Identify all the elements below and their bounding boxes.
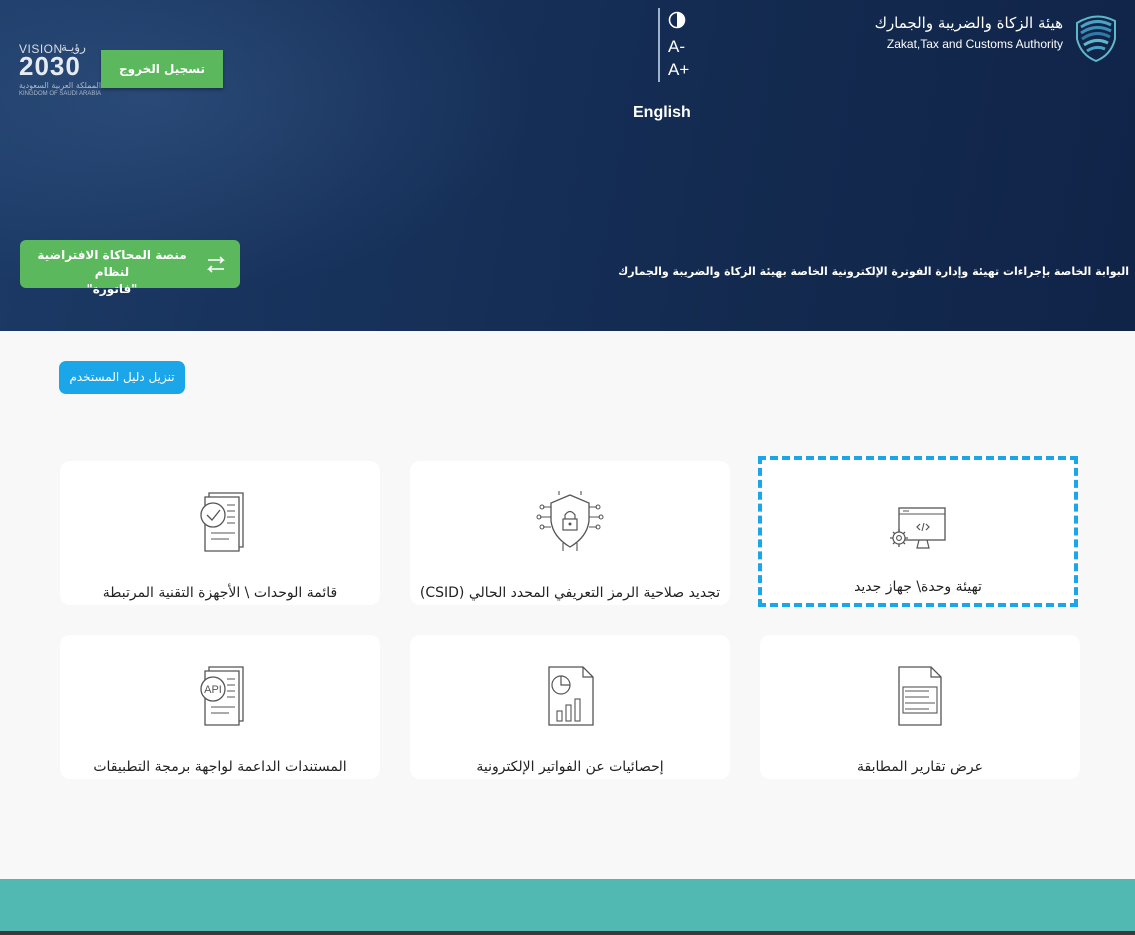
simulation-label-line1: منصة المحاكاة الافتراضية لنظام bbox=[37, 248, 187, 279]
footer-band bbox=[0, 879, 1135, 931]
portal-description: البوابة الخاصة بإجراءات تهيئة وإدارة الف… bbox=[618, 265, 1129, 278]
api-icon-text: API bbox=[204, 684, 222, 696]
logout-button[interactable]: تسجيل الخروج bbox=[101, 50, 223, 88]
card-label: عرض تقارير المطابقة bbox=[856, 759, 983, 775]
header: هيئة الزكاة والضريبة والجمارك Zakat,Tax … bbox=[0, 0, 1135, 331]
switch-arrows-icon bbox=[207, 256, 225, 273]
zatca-logo[interactable]: هيئة الزكاة والضريبة والجمارك Zakat,Tax … bbox=[861, 9, 1121, 65]
card-label: تجديد صلاحية الرمز التعريفي المحدد الحال… bbox=[419, 585, 721, 601]
vision-2030-logo: VISION رؤيـة 2030 المملكة العربية السعود… bbox=[16, 40, 102, 98]
vision-country-arabic: المملكة العربية السعودية bbox=[19, 81, 102, 90]
accessibility-divider bbox=[658, 8, 660, 82]
card-linked-devices[interactable]: قائمة الوحدات \ الأجهزة التقنية المرتبطة bbox=[60, 461, 380, 605]
simulation-portal-button[interactable]: منصة المحاكاة الافتراضية لنظام "فاتورة" bbox=[20, 240, 240, 296]
download-user-guide-button[interactable]: تنزيل دليل المستخدم bbox=[59, 361, 185, 394]
document-check-icon bbox=[200, 492, 244, 552]
api-document-icon: API bbox=[200, 666, 244, 726]
font-decrease-button[interactable]: A- bbox=[668, 36, 694, 58]
report-document-icon bbox=[898, 666, 942, 726]
language-toggle[interactable]: English bbox=[633, 104, 691, 122]
contrast-toggle[interactable] bbox=[668, 11, 694, 33]
card-label: إحصائيات عن الفواتير الإلكترونية bbox=[476, 759, 664, 775]
card-label: المستندات الداعمة لواجهة برمجة التطبيقات bbox=[93, 759, 347, 775]
card-invoice-statistics[interactable]: إحصائيات عن الفواتير الإلكترونية bbox=[410, 635, 730, 779]
logo-english-text: Zakat,Tax and Customs Authority bbox=[886, 37, 1063, 51]
font-increase-button[interactable]: A+ bbox=[668, 59, 694, 81]
card-label: قائمة الوحدات \ الأجهزة التقنية المرتبطة bbox=[102, 585, 338, 601]
monitor-code-icon bbox=[890, 507, 946, 549]
card-compliance-reports[interactable]: عرض تقارير المطابقة bbox=[760, 635, 1080, 779]
simulation-label-line2: "فاتورة" bbox=[86, 282, 138, 296]
logo-arabic-text: هيئة الزكاة والضريبة والجمارك bbox=[874, 14, 1063, 32]
statistics-document-icon bbox=[548, 666, 594, 726]
contrast-icon bbox=[668, 11, 686, 29]
shield-lock-icon bbox=[536, 491, 604, 551]
simulation-label: منصة المحاكاة الافتراضية لنظام "فاتورة" bbox=[32, 247, 192, 298]
vision-country-english: KINGDOM OF SAUDI ARABIA bbox=[19, 91, 102, 97]
card-new-device[interactable]: تهيئة وحدة\ جهاز جديد bbox=[758, 456, 1078, 607]
card-label: تهيئة وحدة\ جهاز جديد bbox=[854, 579, 982, 595]
zatca-emblem-icon bbox=[1076, 15, 1116, 63]
card-api-documents[interactable]: API المستندات الداعمة لواجهة برمجة التطب… bbox=[60, 635, 380, 779]
vision-year: 2030 bbox=[19, 51, 81, 81]
footer-bottom-line bbox=[0, 931, 1135, 935]
card-renew-csid[interactable]: تجديد صلاحية الرمز التعريفي المحدد الحال… bbox=[410, 461, 730, 605]
